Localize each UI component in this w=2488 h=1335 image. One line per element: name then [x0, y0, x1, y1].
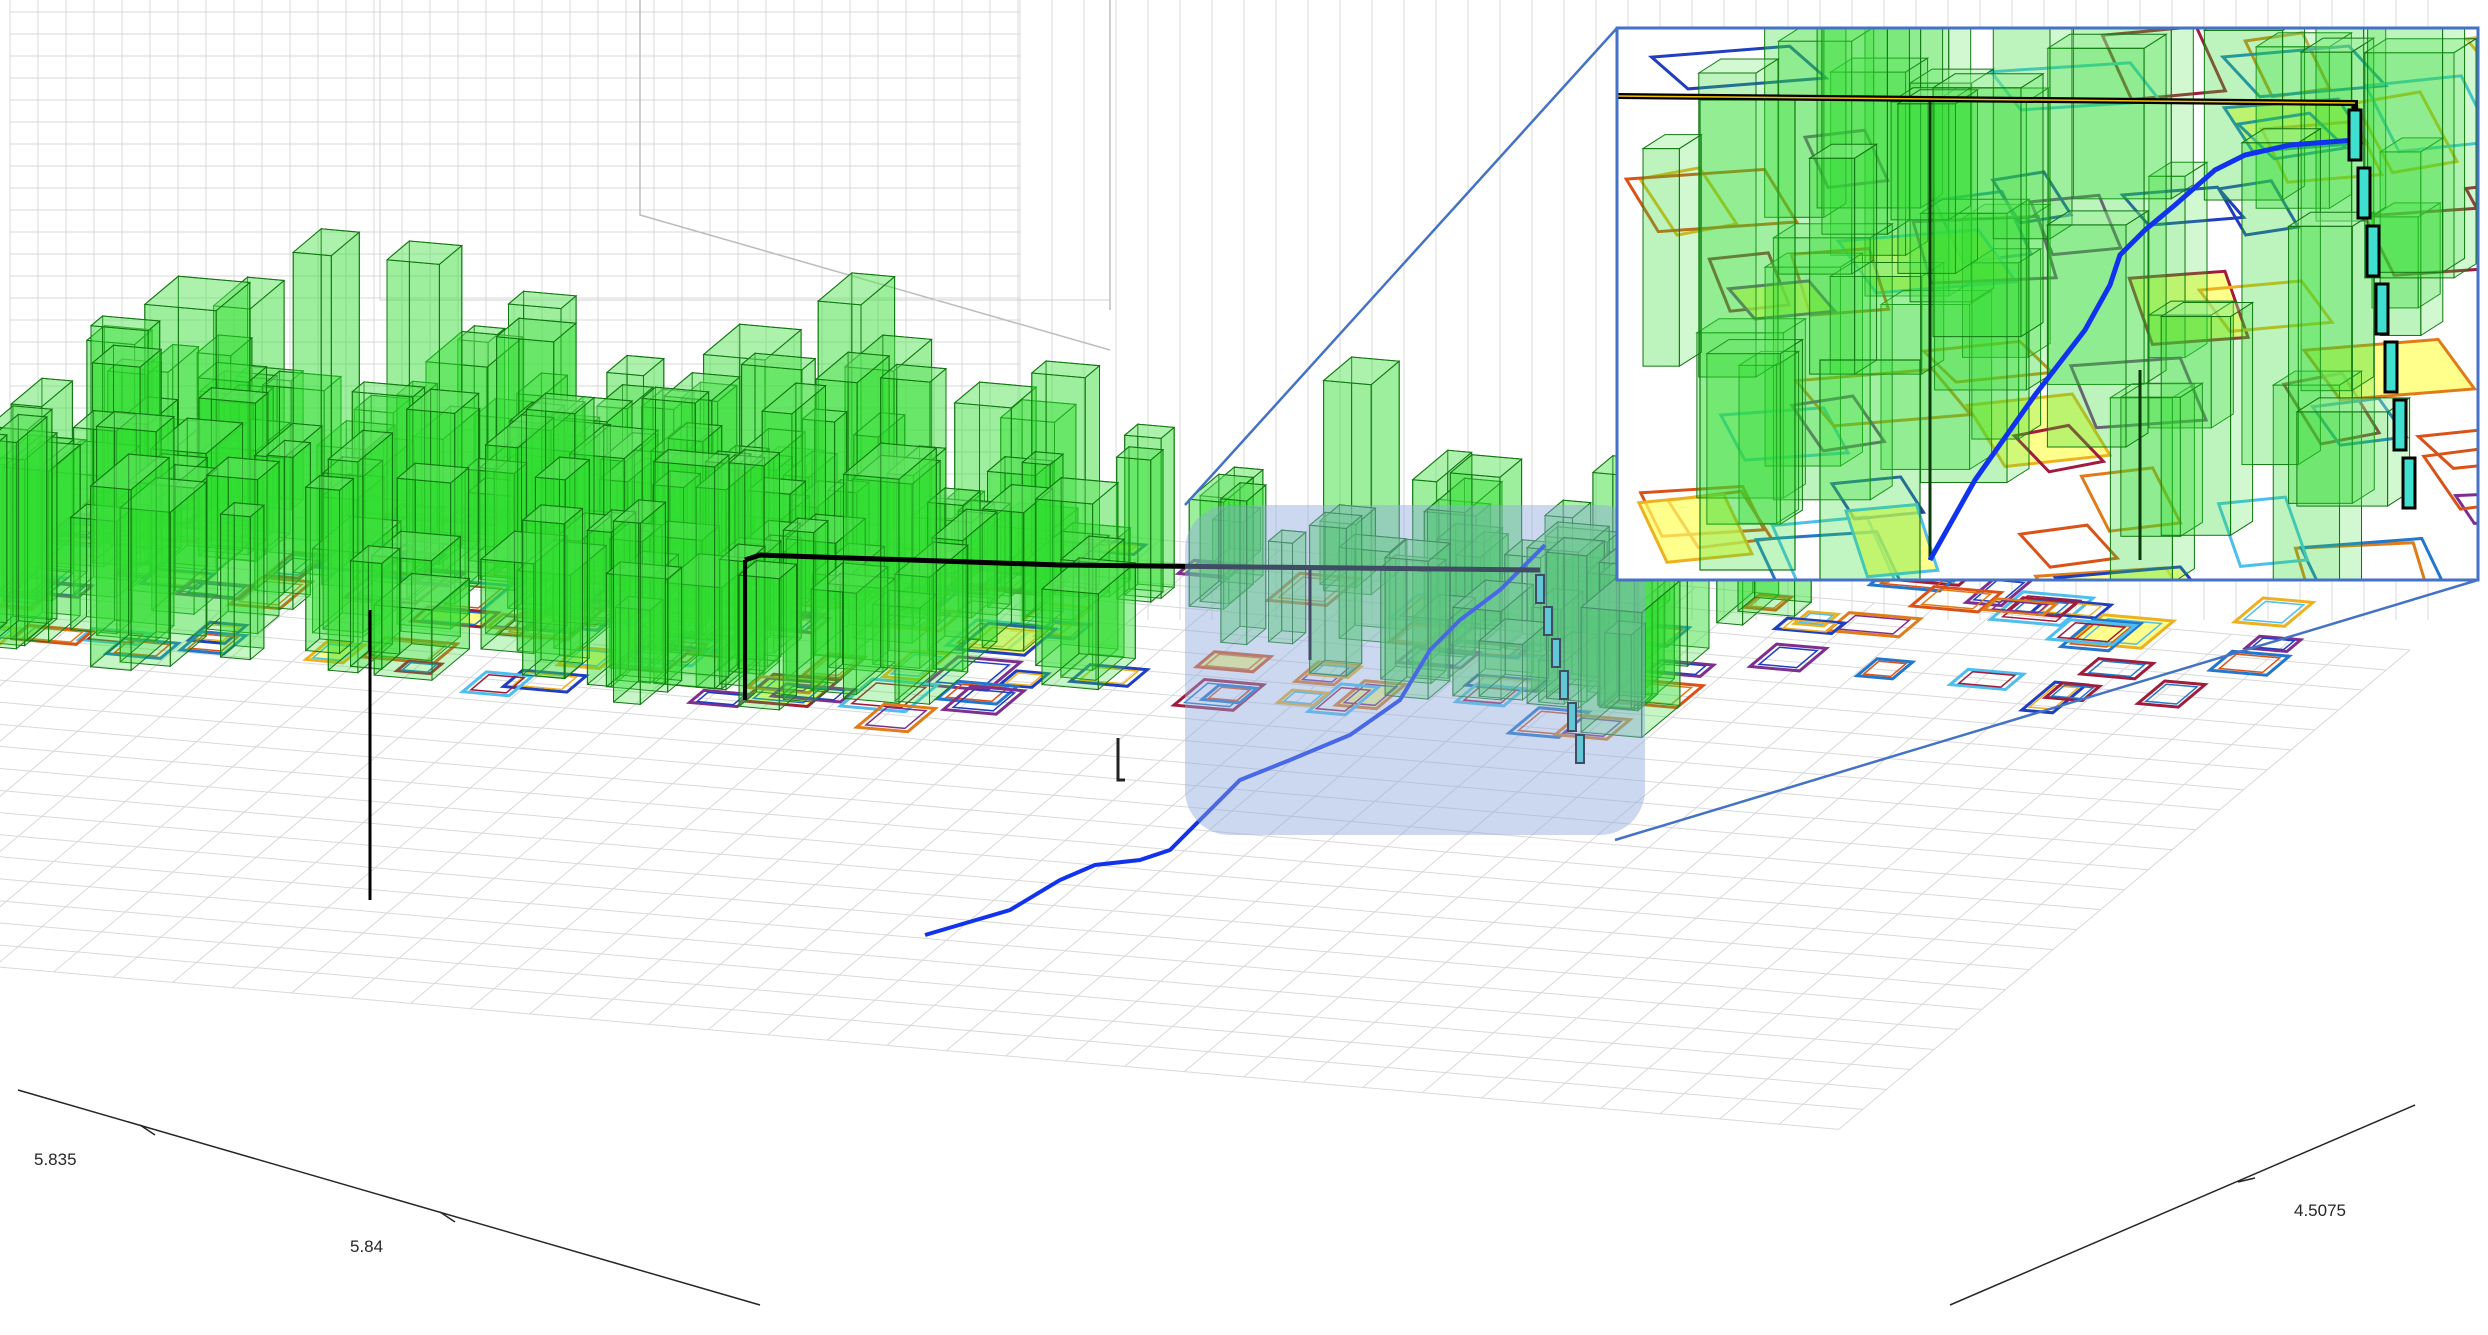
pin-marker-icon — [1116, 738, 1125, 782]
building — [842, 442, 938, 705]
inset-zoom-view — [1615, 0, 2480, 582]
building — [349, 544, 401, 671]
inset-building-front — [2296, 411, 2389, 507]
inset-building-roof — [2368, 3, 2465, 17]
inset-building-side — [2020, 72, 2044, 338]
inset-building-side — [1678, 133, 1702, 368]
inset-tower — [1819, 359, 1921, 580]
inset-building-side — [2230, 301, 2254, 537]
zoom-highlight-area — [1185, 505, 1645, 835]
y-tick-label-45075: 4.5075 — [2294, 1201, 2346, 1220]
building — [521, 503, 584, 680]
inset-building — [2045, 209, 2150, 448]
inset-building-front — [1932, 87, 2022, 338]
inset-route-climb-segment — [2392, 398, 2408, 452]
building-face — [563, 507, 583, 680]
building-face — [843, 442, 882, 700]
building-face — [305, 474, 321, 652]
building — [0, 433, 9, 630]
building-face — [0, 433, 8, 630]
building-face — [778, 563, 797, 711]
axes — [17, 1089, 2416, 1306]
building — [89, 453, 171, 672]
building-face — [667, 566, 683, 694]
building-face — [350, 544, 369, 668]
building — [304, 474, 355, 655]
inset-building-front — [1809, 157, 1856, 375]
inset-building — [1807, 143, 1879, 376]
building — [1040, 556, 1137, 691]
building-face — [70, 503, 87, 631]
inset-route-climb-segment — [2365, 224, 2381, 278]
inset-tower — [1699, 99, 1796, 571]
city-3d-chart: 5.835 5.84 4.5075 — [0, 0, 2480, 1306]
grid-line — [0, 878, 1935, 1050]
inset-building — [1641, 133, 1704, 368]
axis-tick-labels: 5.835 5.84 4.5075 — [34, 1150, 2346, 1256]
building-face — [898, 446, 937, 705]
inset-building-side — [1854, 143, 1878, 376]
grid-line — [0, 834, 1982, 1011]
inset-building — [1931, 72, 2045, 338]
x-tick-label-5835: 5.835 — [34, 1150, 77, 1169]
building-face — [249, 504, 265, 661]
building-face — [169, 481, 207, 668]
building-face — [613, 498, 640, 704]
building-face — [714, 453, 730, 690]
inset-building-roof — [1993, 0, 2072, 4]
zoom-connector-line — [1184, 27, 1618, 506]
inset-route-climb-segment — [2401, 456, 2417, 510]
footprint-outline — [2250, 637, 2297, 651]
x-tick-mark — [139, 1124, 156, 1136]
axis-box-edge — [379, 0, 1110, 301]
building-face — [1150, 448, 1164, 604]
building-face — [522, 503, 542, 676]
building-face — [813, 519, 829, 704]
inset-route-climb-segment — [2356, 166, 2372, 220]
building-face — [738, 559, 757, 708]
inset-building-side — [2049, 28, 2073, 240]
grid-line — [0, 701, 2125, 891]
inset-route-climb-segment — [2374, 282, 2390, 336]
inset-route-climb-segment — [2383, 340, 2399, 394]
building-face — [639, 501, 666, 706]
building — [612, 498, 667, 706]
building — [737, 559, 798, 711]
inset-building-front — [1642, 148, 1680, 367]
building-face — [130, 456, 170, 672]
x-axis-line — [17, 1089, 761, 1306]
grid-line — [0, 900, 1911, 1070]
footprint-outline — [2144, 683, 2199, 705]
footprint-outline — [2217, 653, 2282, 674]
building-face — [15, 415, 48, 650]
grid-line — [0, 856, 1958, 1031]
building-face — [381, 547, 401, 671]
x-tick-mark — [439, 1211, 456, 1223]
inset-building — [2367, 3, 2466, 274]
building-face — [220, 501, 235, 659]
grid-line — [0, 944, 1863, 1110]
inset-building-front — [2160, 316, 2232, 536]
grid-line — [0, 812, 2006, 991]
building — [219, 501, 266, 661]
inset-building — [2159, 301, 2255, 537]
inset-route-climb-segment — [2347, 108, 2363, 162]
inset-building-front — [2046, 224, 2127, 448]
x-tick-label-584: 5.84 — [350, 1237, 383, 1256]
grid-line — [0, 723, 2101, 911]
grid-line — [0, 745, 2077, 931]
inset-content — [1617, 0, 2478, 580]
inset-building-side — [2442, 28, 2466, 274]
